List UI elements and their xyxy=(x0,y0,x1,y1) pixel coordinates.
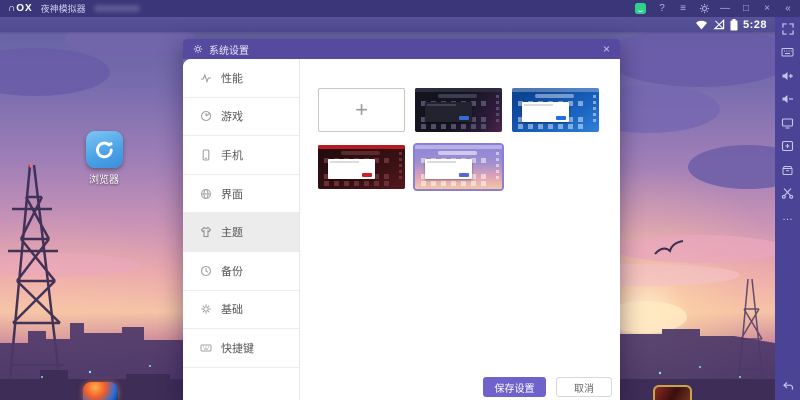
store-smiley-icon xyxy=(635,3,646,14)
virtual-keyboard-icon[interactable] xyxy=(781,46,795,59)
mini-dialog xyxy=(522,102,569,122)
mini-titlebar xyxy=(512,88,599,92)
screen-icon[interactable] xyxy=(781,116,795,129)
mini-searchbar xyxy=(341,151,379,155)
sidebar-item-shortcuts[interactable]: 快捷键 xyxy=(183,329,299,368)
mini-searchbar xyxy=(438,151,476,155)
maximize-button[interactable]: □ xyxy=(740,3,752,14)
battery-icon xyxy=(730,19,738,31)
game-app-icon-right[interactable] xyxy=(653,385,692,400)
mini-dock-row xyxy=(421,181,491,186)
shared-folder-icon[interactable] xyxy=(781,163,795,176)
menu-icon[interactable]: ≡ xyxy=(677,3,689,14)
cellular-signal-icon xyxy=(713,19,725,30)
browser-icon-glyph xyxy=(86,131,123,168)
nox-logo: ∩OX xyxy=(8,3,33,14)
save-settings-button[interactable]: 保存设置 xyxy=(483,377,546,397)
backup-icon xyxy=(200,265,212,277)
blurred-instance-name xyxy=(94,5,140,12)
theme-thumbnail-blue-theme[interactable] xyxy=(512,88,599,132)
close-button[interactable]: × xyxy=(761,3,773,14)
mini-toolbar xyxy=(496,95,499,125)
settings-sidebar: 性能 游戏 手机 界面 xyxy=(183,59,300,400)
volume-up-icon[interactable] xyxy=(781,69,795,82)
sidebar-item-game[interactable]: 游戏 xyxy=(183,98,299,137)
theme-thumbnail-dark-theme[interactable] xyxy=(415,88,502,132)
titlebar-controls: ? ≡ — □ × « xyxy=(635,3,794,14)
wifi-icon xyxy=(695,19,708,30)
theme-thumbnail-red-theme[interactable] xyxy=(318,145,405,189)
emulator-screen: 5:28 浏览器 系统设置 × xyxy=(0,17,775,400)
mini-dock-row xyxy=(421,124,491,129)
titlebar: ∩OX 夜神模拟器 ? ≡ — □ × « xyxy=(0,0,800,17)
back-icon[interactable] xyxy=(781,379,795,392)
performance-icon xyxy=(200,72,212,84)
theme-thumbnail-purple-sunset-theme[interactable] xyxy=(415,145,502,189)
mini-searchbar xyxy=(438,94,476,98)
game-icon xyxy=(200,110,212,122)
help-icon[interactable]: ? xyxy=(656,3,668,14)
screenshot-cut-icon[interactable] xyxy=(781,187,795,200)
phone-icon xyxy=(200,149,212,161)
sidebar-item-theme[interactable]: 主题 xyxy=(183,213,299,252)
theme-icon xyxy=(200,226,212,238)
fullscreen-icon[interactable] xyxy=(781,22,795,35)
browser-icon-label: 浏览器 xyxy=(82,171,126,186)
mini-dock-row xyxy=(518,124,588,129)
cancel-button[interactable]: 取消 xyxy=(556,377,612,397)
minimize-button[interactable]: — xyxy=(719,3,731,14)
dialog-footer: 保存设置 取消 xyxy=(483,377,612,397)
sidebar-item-interface[interactable]: 界面 xyxy=(183,175,299,214)
window-title: 夜神模拟器 xyxy=(41,2,86,15)
mini-toolbar xyxy=(593,95,596,125)
emulator-toolbar: … xyxy=(775,17,800,400)
mini-titlebar xyxy=(318,145,405,149)
volume-down-icon[interactable] xyxy=(781,93,795,106)
mini-dialog xyxy=(425,159,472,179)
sidebar-item-basic[interactable]: 基础 xyxy=(183,291,299,330)
basic-icon xyxy=(200,303,212,315)
interface-icon xyxy=(200,188,212,200)
game-app-icon-left[interactable] xyxy=(83,382,118,400)
theme-grid: + xyxy=(300,59,620,189)
mini-dialog xyxy=(328,159,375,179)
mini-toolbar xyxy=(399,152,402,182)
more-options-icon[interactable]: … xyxy=(781,210,795,223)
android-statusbar: 5:28 xyxy=(0,17,775,32)
settings-gear-icon[interactable] xyxy=(698,3,710,14)
dialog-close-button[interactable]: × xyxy=(603,43,610,55)
mini-searchbar xyxy=(535,94,573,98)
sidebar-item-performance[interactable]: 性能 xyxy=(183,59,299,98)
status-time: 5:28 xyxy=(743,19,767,31)
system-settings-dialog: 系统设置 × 性能 游戏 xyxy=(183,39,620,400)
dialog-body: 性能 游戏 手机 界面 xyxy=(183,59,620,400)
mini-toolbar xyxy=(496,152,499,182)
app-store-icon[interactable] xyxy=(635,3,647,14)
dialog-gear-icon xyxy=(193,44,203,54)
dialog-header: 系统设置 × xyxy=(183,39,620,59)
sidebar-item-phone[interactable]: 手机 xyxy=(183,136,299,175)
theme-thumbnail-add-custom-theme[interactable]: + xyxy=(318,88,405,132)
shortcut-keys-icon xyxy=(200,342,212,354)
mini-dialog xyxy=(425,102,472,122)
nox-emulator-window: ∩OX 夜神模拟器 ? ≡ — □ × « xyxy=(0,0,800,400)
sidebar-item-backup[interactable]: 备份 xyxy=(183,252,299,291)
add-theme-plus-icon: + xyxy=(355,100,368,120)
browser-app-icon[interactable]: 浏览器 xyxy=(82,131,126,186)
install-apk-icon[interactable] xyxy=(781,140,795,153)
collapse-toolbar-icon[interactable]: « xyxy=(782,3,794,14)
mini-titlebar xyxy=(415,145,502,149)
mini-titlebar xyxy=(415,88,502,92)
dialog-title: 系统设置 xyxy=(209,42,249,57)
mini-dock-row xyxy=(324,181,394,186)
theme-panel: + 保存设置 xyxy=(300,59,620,400)
